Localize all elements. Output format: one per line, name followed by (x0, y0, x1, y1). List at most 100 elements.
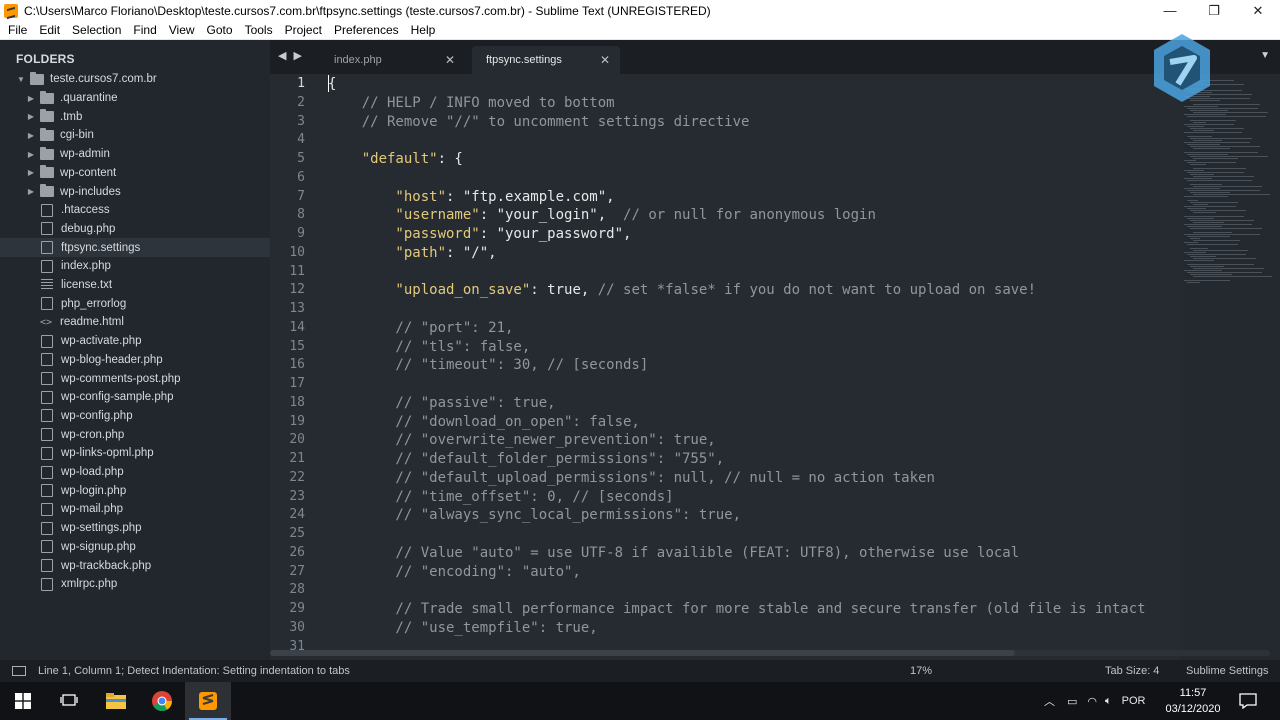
minimap-line (1190, 210, 1246, 211)
chrome-taskbar-button[interactable] (139, 682, 185, 720)
task-view-button[interactable] (46, 682, 92, 720)
code-area[interactable]: { // HELP / INFO moved to bottom // Remo… (328, 74, 1178, 660)
file-item[interactable]: wp-blog-header.php (0, 351, 270, 370)
sublime-taskbar-button[interactable] (185, 682, 231, 720)
minimap-line (1187, 116, 1266, 117)
minimap-line (1187, 144, 1220, 145)
folder-item[interactable]: ▶ wp-content (0, 164, 270, 183)
file-item[interactable]: index.php (0, 257, 270, 276)
close-icon[interactable]: ✕ (600, 53, 610, 67)
menu-tools[interactable]: Tools (239, 23, 279, 37)
line-number: 17 (289, 376, 305, 391)
file-icon (41, 372, 53, 386)
file-item[interactable]: wp-links-opml.php (0, 444, 270, 463)
syntax-selector[interactable]: Sublime Settings (1186, 660, 1269, 682)
file-item[interactable]: .htaccess (0, 201, 270, 220)
file-item[interactable]: wp-login.php (0, 481, 270, 500)
menu-preferences[interactable]: Preferences (328, 23, 405, 37)
file-item[interactable]: wp-cron.php (0, 425, 270, 444)
file-item[interactable]: wp-settings.php (0, 519, 270, 538)
close-button[interactable]: ✕ (1236, 0, 1280, 21)
file-explorer-taskbar-button[interactable] (93, 682, 139, 720)
file-item[interactable]: wp-trackback.php (0, 556, 270, 575)
caret-right-icon[interactable]: ▶ (26, 112, 36, 121)
menu-goto[interactable]: Goto (201, 23, 239, 37)
caret-right-icon[interactable]: ▶ (26, 168, 36, 177)
menu-project[interactable]: Project (279, 23, 328, 37)
file-item[interactable]: php_errorlog (0, 294, 270, 313)
minimap-line (1187, 136, 1212, 137)
wifi-icon[interactable]: ◠ (1087, 695, 1097, 708)
menu-find[interactable]: Find (127, 23, 162, 37)
folder-item[interactable]: ▶ .quarantine (0, 89, 270, 108)
maximize-button[interactable]: ❐ (1192, 0, 1236, 21)
root-folder[interactable]: ▼ teste.cursos7.com.br (0, 70, 270, 89)
code-token: // "port": 21, (328, 319, 514, 336)
folder-label: wp-content (60, 166, 117, 179)
file-label: index.php (61, 260, 111, 273)
minimap-line (1193, 194, 1270, 195)
caret-down-icon[interactable]: ▼ (16, 75, 26, 84)
tab-ftpsync-settings[interactable]: ftpsync.settings ✕ (472, 46, 620, 74)
file-item[interactable]: wp-mail.php (0, 500, 270, 519)
folder-item[interactable]: ▶ wp-admin (0, 145, 270, 164)
file-icon (41, 502, 53, 516)
minimap-line (1193, 112, 1268, 113)
file-item[interactable]: wp-config-sample.php (0, 388, 270, 407)
caret-right-icon[interactable]: ▶ (26, 131, 36, 140)
folder-item[interactable]: ▶ wp-includes (0, 182, 270, 201)
minimap-line (1190, 220, 1254, 221)
tab-nav-arrows[interactable]: ◀ ▶ (278, 49, 304, 62)
caret-right-icon[interactable]: ▶ (26, 187, 36, 196)
minimap-line (1187, 208, 1206, 209)
minimap-line (1190, 184, 1222, 185)
file-item[interactable]: debug.php (0, 220, 270, 239)
minimap-line (1187, 108, 1258, 109)
minimap-line (1187, 254, 1246, 255)
tab-index-php[interactable]: index.php ✕ (320, 46, 465, 74)
tab-dropdown-icon[interactable]: ▼ (1260, 50, 1270, 61)
folder-item[interactable]: ▶ cgi-bin (0, 126, 270, 145)
close-icon[interactable]: ✕ (445, 53, 455, 67)
file-item[interactable]: wp-signup.php (0, 538, 270, 557)
line-number: 4 (297, 132, 305, 148)
caret-right-icon[interactable]: ▶ (26, 150, 36, 159)
tab-size-selector[interactable]: Tab Size: 4 (1105, 660, 1159, 682)
input-language[interactable]: POR (1122, 695, 1146, 707)
minimap-line (1184, 196, 1228, 197)
menu-edit[interactable]: Edit (33, 23, 66, 37)
menu-help[interactable]: Help (405, 23, 442, 37)
taskbar-clock[interactable]: 11:57 03/12/2020 (1158, 685, 1228, 717)
code-editor[interactable]: 1 2 3 4 5 6 7 8 9 10 11 12 13 14 15 16 17 18 19 20 21 22 23 24 2… (270, 74, 1280, 660)
minimap-line (1184, 188, 1220, 189)
file-item[interactable]: <> readme.html (0, 313, 270, 332)
minimap-line (1184, 252, 1206, 253)
caret-right-icon[interactable]: ▶ (26, 94, 36, 103)
menu-file[interactable]: File (2, 23, 33, 37)
minimap[interactable] (1180, 74, 1280, 660)
file-item[interactable]: license.txt (0, 276, 270, 295)
chevron-up-icon[interactable]: ︿ (1044, 693, 1055, 709)
minimap-line (1184, 124, 1234, 125)
file-item[interactable]: wp-load.php (0, 463, 270, 482)
code-token: , (488, 244, 497, 261)
file-icon (41, 259, 53, 273)
volume-icon[interactable]: 🔈︎ (1105, 695, 1112, 708)
file-item[interactable]: wp-comments-post.php (0, 369, 270, 388)
battery-icon[interactable]: ▭ (1067, 695, 1077, 708)
start-button[interactable] (0, 682, 46, 720)
file-item-selected[interactable]: ftpsync.settings (0, 238, 270, 257)
file-item[interactable]: wp-activate.php (0, 332, 270, 351)
notifications-button[interactable] (1228, 682, 1268, 720)
menu-view[interactable]: View (163, 23, 201, 37)
file-item[interactable]: wp-config.php (0, 407, 270, 426)
file-label: wp-load.php (61, 466, 124, 479)
panel-toggle-icon[interactable] (12, 666, 26, 676)
minimap-line (1184, 280, 1230, 281)
file-item[interactable]: xmlrpc.php (0, 575, 270, 594)
horizontal-scrollbar-thumb[interactable] (270, 650, 1015, 656)
minimize-button[interactable]: — (1148, 0, 1192, 21)
menu-selection[interactable]: Selection (66, 23, 127, 37)
folder-item[interactable]: ▶ .tmb (0, 107, 270, 126)
code-token: // Value "auto" = use UTF-8 if availible… (328, 544, 1020, 561)
